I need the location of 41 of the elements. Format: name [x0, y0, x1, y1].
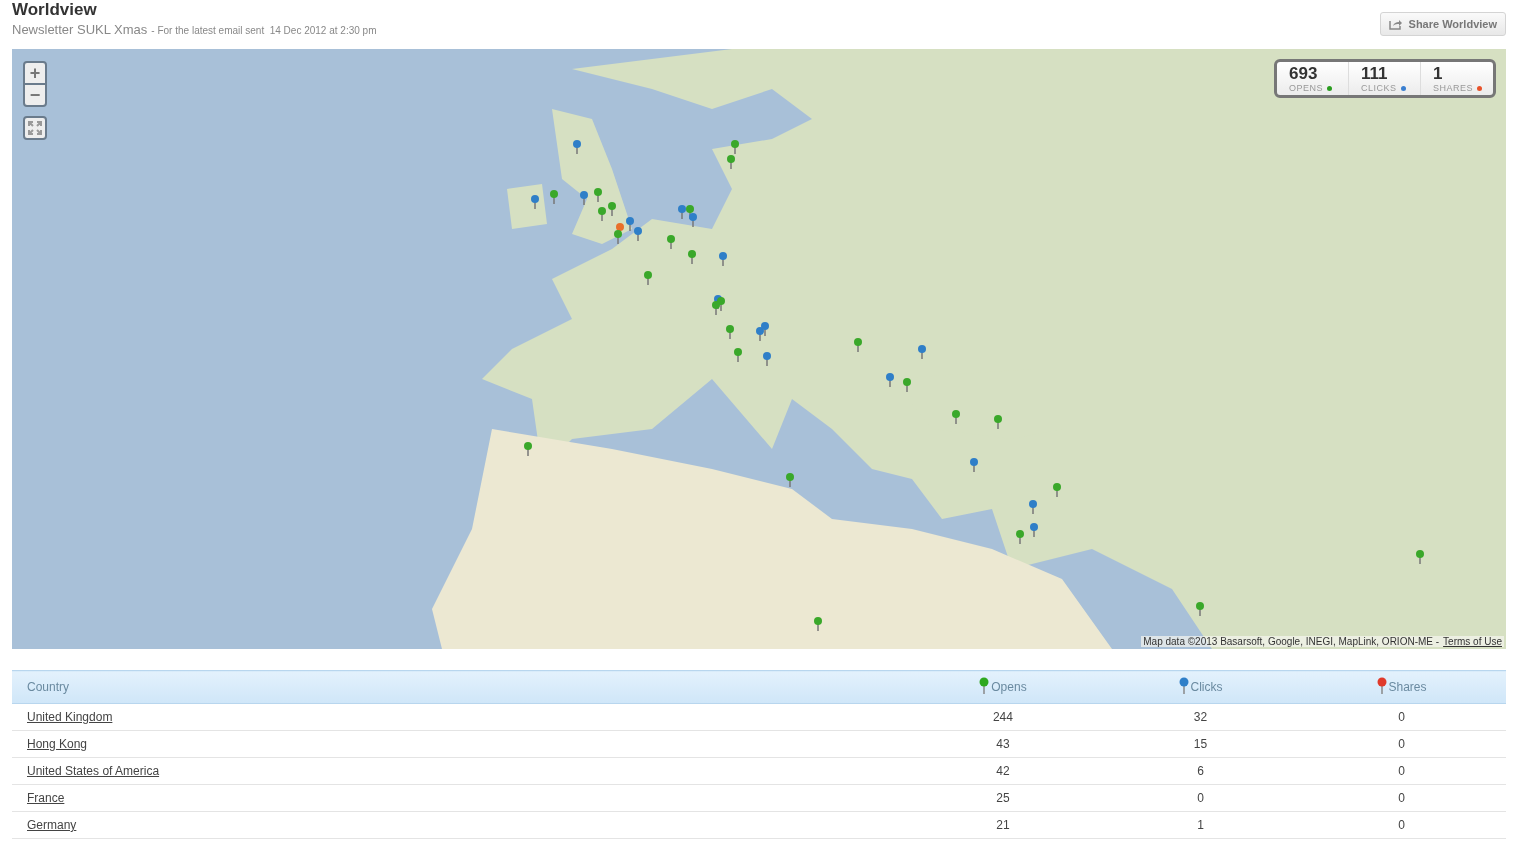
sent-date-text: - For the latest email sent 14 Dec 2012 at 2:30 pm — [151, 25, 377, 36]
share-icon — [1388, 18, 1403, 30]
stat-value: 1 — [1433, 65, 1444, 83]
expand-icon — [28, 121, 42, 135]
country-link[interactable]: Hong Kong — [27, 737, 88, 751]
opens-count: 43 — [996, 737, 1010, 751]
stat-label: CLICKS — [1361, 83, 1397, 93]
clicks-count: 15 — [1193, 737, 1208, 751]
clicks-count: 1 — [1197, 818, 1204, 832]
country-link[interactable]: France — [27, 791, 65, 805]
opens-count: 244 — [992, 710, 1013, 724]
stat-value: 693 — [1289, 65, 1319, 83]
stat-label: OPENS — [1289, 83, 1323, 93]
zoom-in-button[interactable]: + — [23, 61, 47, 84]
shares-count: 0 — [1398, 737, 1405, 751]
clicks-count: 0 — [1197, 791, 1204, 805]
terms-link[interactable]: Terms of Use — [1443, 636, 1502, 647]
shares-count: 0 — [1398, 818, 1405, 832]
opens-count: 42 — [996, 764, 1010, 778]
column-header: Opens — [902, 670, 1104, 704]
page-title: Worldview — [12, 0, 98, 20]
clicks-count: 6 — [1197, 764, 1204, 778]
opens-count: 25 — [996, 791, 1010, 805]
share-button[interactable]: Share Worldview — [1379, 12, 1506, 36]
stat-value: 111 — [1361, 65, 1389, 83]
newsletter-name: Newsletter SUKL Xmas — [12, 22, 148, 37]
attribution-text: Map data ©2013 Basarsoft, Google, INEGI, MapLink, ORION-ME - — [1143, 636, 1440, 647]
shares-count: 0 — [1398, 791, 1405, 805]
column-header: Clicks — [1103, 670, 1298, 704]
clicks-count: 32 — [1193, 710, 1208, 724]
opens-count: 21 — [996, 818, 1010, 832]
country-link[interactable]: United Kingdom — [27, 710, 113, 724]
country-link[interactable]: Germany — [27, 818, 77, 832]
column-header: Shares — [1297, 670, 1506, 704]
fullscreen-button[interactable] — [23, 116, 47, 140]
shares-count: 0 — [1398, 764, 1405, 778]
shares-count: 0 — [1398, 710, 1405, 724]
country-link[interactable]: United States of America — [27, 764, 160, 778]
stat-label: SHARES — [1433, 83, 1473, 93]
column-header: Country — [12, 670, 902, 704]
zoom-out-button[interactable]: − — [23, 84, 47, 107]
